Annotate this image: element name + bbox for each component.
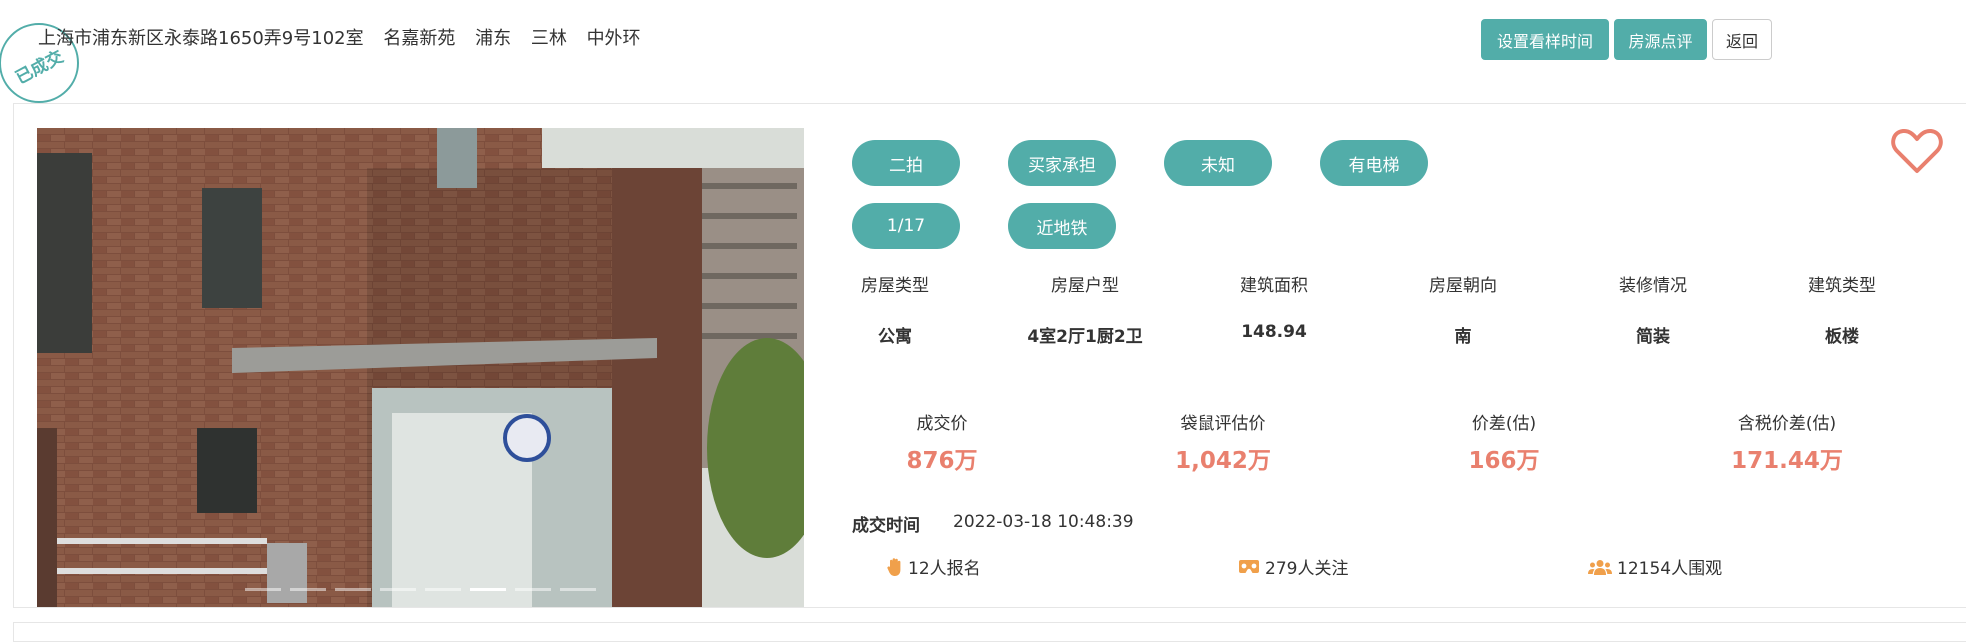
deal-time-label: 成交时间 (852, 516, 920, 536)
carousel-dot[interactable] (560, 588, 596, 591)
set-viewing-time-button[interactable]: 设置看样时间 (1481, 19, 1609, 60)
address: 上海市浦东新区永泰路1650弄9号102室 (38, 28, 364, 49)
spec-value-orientation: 南 (1454, 327, 1472, 347)
stat-signups-text: 12人报名 (908, 559, 981, 579)
spec-value-building-type: 板楼 (1825, 327, 1859, 347)
stat-followers-text: 279人关注 (1265, 559, 1349, 579)
price-value-diff: 166万 (1468, 448, 1540, 474)
carousel-dot-active[interactable] (470, 588, 506, 591)
price-value-estimate: 1,042万 (1175, 448, 1271, 474)
carousel-dot[interactable] (290, 588, 326, 591)
header-bar: 已成交 上海市浦东新区永泰路1650弄9号102室 名嘉新苑 浦东 三林 中外环… (0, 0, 1966, 103)
spec-label-area: 建筑面积 (1240, 276, 1308, 296)
price-value-deal: 876万 (906, 448, 978, 474)
carousel-indicators (245, 588, 596, 591)
users-icon (1588, 559, 1612, 575)
tag-tax-borne: 买家承担 (1008, 140, 1116, 186)
tag-unknown: 未知 (1164, 140, 1272, 186)
stat-viewers-text: 12154人围观 (1617, 559, 1723, 579)
tag-auction-round: 二拍 (852, 140, 960, 186)
property-photo-carousel[interactable] (37, 128, 804, 607)
ring-road: 中外环 (586, 28, 641, 49)
carousel-dot[interactable] (515, 588, 551, 591)
carousel-dot[interactable] (335, 588, 371, 591)
spec-label-decoration: 装修情况 (1619, 276, 1687, 296)
spec-value-area: 148.94 (1241, 322, 1307, 342)
price-label-diff: 价差(估) (1471, 414, 1537, 434)
carousel-dot[interactable] (425, 588, 461, 591)
price-label-deal: 成交价 (916, 414, 968, 434)
heart-icon[interactable] (1891, 127, 1943, 175)
property-photo (37, 128, 804, 607)
price-label-tax-diff: 含税价差(估) (1737, 414, 1837, 434)
deal-time-value: 2022-03-18 10:48:39 (953, 512, 1134, 532)
spec-label-building-type: 建筑类型 (1808, 276, 1876, 296)
property-review-button[interactable]: 房源点评 (1614, 19, 1707, 60)
spec-label-layout: 房屋户型 (1051, 276, 1119, 296)
spec-value-decoration: 简装 (1636, 327, 1670, 347)
district: 浦东 (475, 28, 512, 49)
carousel-dot[interactable] (380, 588, 416, 591)
price-label-estimate: 袋鼠评估价 (1180, 414, 1266, 434)
hand-icon (887, 557, 901, 576)
community-name: 名嘉新苑 (383, 28, 456, 49)
tag-floor: 1/17 (852, 203, 960, 249)
plate: 三林 (530, 28, 567, 49)
stat-followers: 279人关注 (1238, 554, 1348, 579)
stat-viewers: 12154人围观 (1588, 554, 1722, 579)
vr-glasses-icon (1239, 559, 1259, 573)
stat-signups: 12人报名 (887, 554, 981, 579)
back-button[interactable]: 返回 (1712, 19, 1772, 60)
address-line: 上海市浦东新区永泰路1650弄9号102室 名嘉新苑 浦东 三林 中外环 (38, 24, 655, 50)
tag-near-subway: 近地铁 (1008, 203, 1116, 249)
spec-label-orientation: 房屋朝向 (1429, 276, 1497, 296)
price-value-tax-diff: 171.44万 (1731, 448, 1843, 474)
tag-elevator: 有电梯 (1320, 140, 1428, 186)
carousel-dot[interactable] (245, 588, 281, 591)
next-card (13, 622, 1966, 642)
spec-label-house-type: 房屋类型 (861, 276, 929, 296)
spec-value-house-type: 公寓 (878, 327, 912, 347)
spec-value-layout: 4室2厅1厨2卫 (1027, 327, 1143, 347)
